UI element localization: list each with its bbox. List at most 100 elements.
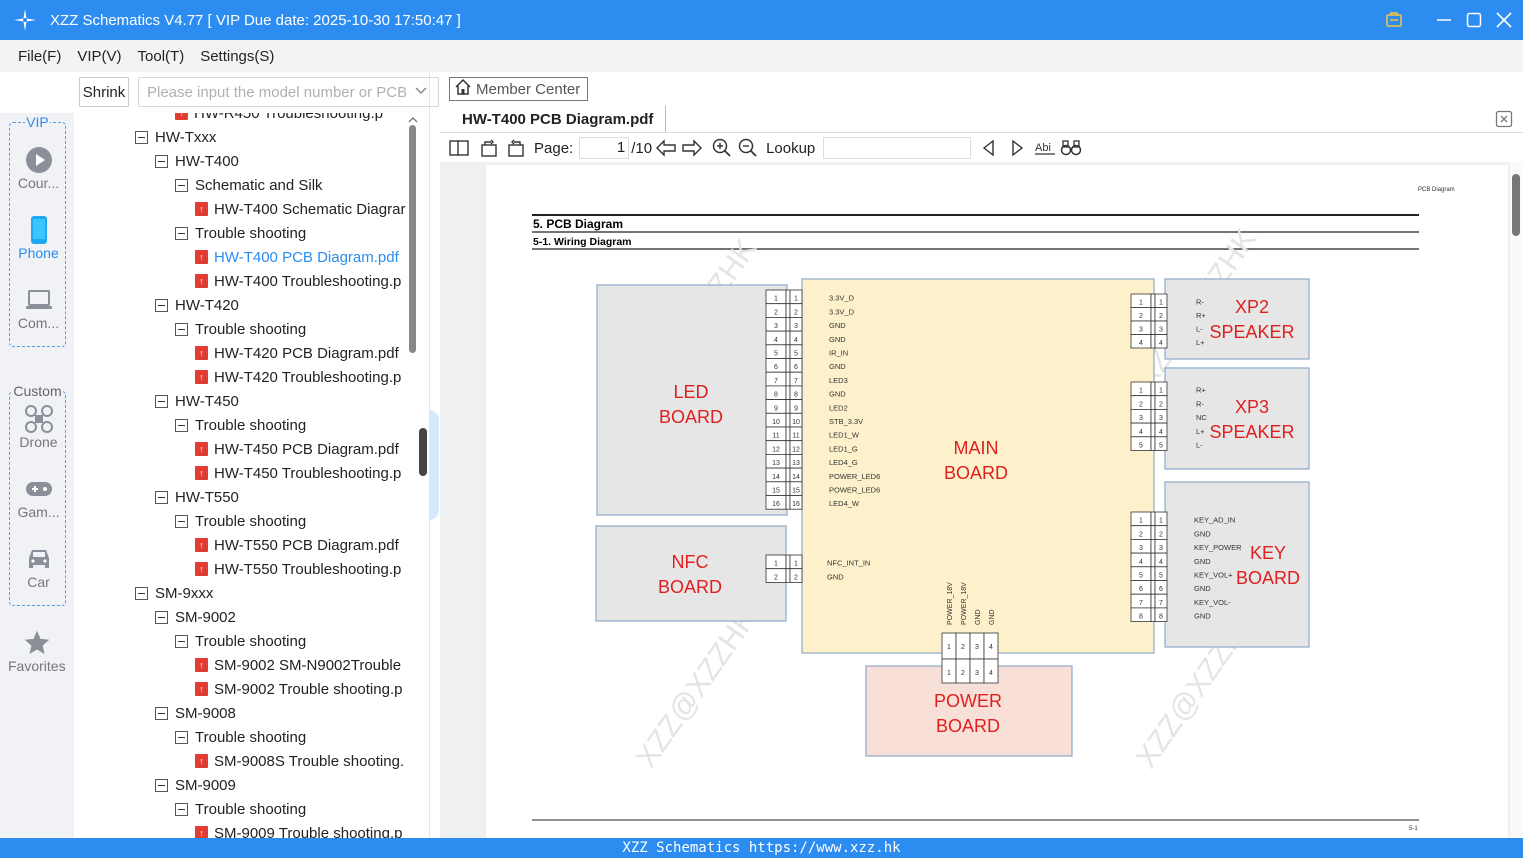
tree-file-item[interactable]: ↑ HW-T420 Troubleshooting.p <box>195 365 401 389</box>
tree-folder-item[interactable]: HW-T450 <box>155 389 239 413</box>
tree-folder-item[interactable]: SM-9002 <box>155 605 236 629</box>
tree-folder-item[interactable]: Trouble shooting <box>175 629 306 653</box>
tree-folder-item[interactable]: SM-9008 <box>155 701 236 725</box>
tree-file-item[interactable]: ↑ HW-T400 PCB Diagram.pdf <box>195 245 399 269</box>
tree-folder-item[interactable]: Trouble shooting <box>175 509 306 533</box>
tree-file-item[interactable]: ↑ HW-T420 PCB Diagram.pdf <box>195 341 399 365</box>
sidebar-toggle-icon[interactable] <box>447 136 471 160</box>
find-all-icon[interactable] <box>1059 136 1083 160</box>
nav-item-favorites[interactable]: Favorites <box>8 628 66 674</box>
tree-file-item[interactable]: ↑ HW-T450 Troubleshooting.p <box>195 461 401 485</box>
nav-item-car[interactable]: Car <box>10 544 67 590</box>
tree-file-item[interactable]: ↑ HW-T400 Troubleshooting.p <box>195 269 401 293</box>
led-board-label: LED <box>673 382 708 402</box>
tree-file-item[interactable]: ↑ SM-9008S Trouble shooting. <box>195 749 404 773</box>
nfc-board-label: BOARD <box>658 577 722 597</box>
key-connector-pin-link <box>1150 607 1156 622</box>
tree-file-item[interactable]: ↑ SM-9009 Trouble shooting.p <box>195 821 402 838</box>
led-connector-pin-number: 16 <box>772 501 780 508</box>
chevron-down-icon[interactable] <box>414 84 428 102</box>
panel-splitter[interactable] <box>419 410 439 520</box>
collapse-icon[interactable] <box>155 778 168 792</box>
next-page-icon[interactable] <box>680 136 704 160</box>
member-center-button[interactable]: Member Center <box>449 77 588 101</box>
collapse-icon[interactable] <box>155 298 168 312</box>
xp3-connector-pin-number: 5 <box>1139 443 1143 450</box>
nav-item-drone[interactable]: Drone <box>10 404 67 450</box>
tree-folder-item[interactable]: Trouble shooting <box>175 413 306 437</box>
tree-scrollbar[interactable] <box>408 113 418 838</box>
collapse-icon[interactable] <box>175 226 188 240</box>
tree-file-item[interactable]: ↑ HW-T550 Troubleshooting.p <box>195 557 401 581</box>
tree-file-item[interactable]: ↑ HW-T400 Schematic Diagrar <box>195 197 405 221</box>
zoom-in-icon[interactable] <box>710 136 734 160</box>
rotate-left-icon[interactable] <box>477 136 501 160</box>
shrink-button[interactable]: Shrink <box>79 77 129 107</box>
collapse-icon[interactable] <box>175 730 188 744</box>
collapse-icon[interactable] <box>155 610 168 624</box>
collapse-icon[interactable] <box>155 154 168 168</box>
tree-file-item[interactable]: ↑ SM-9002 Trouble shooting.p <box>195 677 402 701</box>
nav-item-game[interactable]: Gam... <box>10 474 67 520</box>
maximize-icon[interactable] <box>1465 11 1483 29</box>
collapse-icon[interactable] <box>175 322 188 336</box>
collapse-icon[interactable] <box>135 586 148 600</box>
splitter-grip[interactable] <box>419 428 427 476</box>
tree-file-item[interactable]: ↑ HW-R450 Troubleshooting.p <box>175 113 383 125</box>
collapse-icon[interactable] <box>175 802 188 816</box>
model-search-box[interactable] <box>138 77 439 107</box>
vip-badge-icon[interactable] <box>1385 11 1403 29</box>
tree-folder-item[interactable]: Trouble shooting <box>175 221 306 245</box>
tree-folder-item[interactable]: Schematic and Silk <box>175 173 323 197</box>
tree-folder-item[interactable]: HW-T420 <box>155 293 239 317</box>
tree-file-item[interactable]: ↑ HW-T550 PCB Diagram.pdf <box>195 533 399 557</box>
tree-folder-item[interactable]: Trouble shooting <box>175 317 306 341</box>
find-prev-icon[interactable] <box>977 136 1001 160</box>
collapse-icon[interactable] <box>155 394 168 408</box>
led-connector-pin-link <box>785 426 791 442</box>
tree-folder-item[interactable]: HW-Txxx <box>135 125 216 149</box>
collapse-icon[interactable] <box>155 490 168 504</box>
rotate-right-icon[interactable] <box>504 136 528 160</box>
find-next-icon[interactable] <box>1005 136 1029 160</box>
menu-vip[interactable]: VIP(V) <box>77 48 121 65</box>
tree-folder-item[interactable]: HW-T550 <box>155 485 239 509</box>
tree-file-item[interactable]: ↑ SM-9002 SM-N9002Trouble <box>195 653 401 677</box>
tree-folder-item[interactable]: SM-9009 <box>155 773 236 797</box>
tree-folder-item[interactable]: Trouble shooting <box>175 797 306 821</box>
collapse-icon[interactable] <box>175 178 188 192</box>
prev-page-icon[interactable] <box>654 136 678 160</box>
scroll-up-icon[interactable] <box>408 115 418 125</box>
doc-scroll-thumb[interactable] <box>1512 174 1520 236</box>
collapse-icon[interactable] <box>155 706 168 720</box>
nav-item-computer[interactable]: Com... <box>10 285 67 331</box>
nav-item-courses[interactable]: Cour... <box>10 145 67 191</box>
minimize-icon[interactable] <box>1435 11 1453 29</box>
tree-folder-item[interactable]: HW-T400 <box>155 149 239 173</box>
close-tab-icon[interactable] <box>1495 110 1513 133</box>
page-input[interactable]: 1 <box>579 137 630 159</box>
tree-item-label: HW-T450 <box>175 392 239 410</box>
menu-tool[interactable]: Tool(T) <box>138 48 185 65</box>
collapse-icon[interactable] <box>175 418 188 432</box>
menu-file[interactable]: File(F) <box>18 48 61 65</box>
xp2-connector-pin-number: 1 <box>1159 300 1163 307</box>
tree-folder-item[interactable]: Trouble shooting <box>175 725 306 749</box>
nav-item-phone[interactable]: Phone <box>10 215 67 261</box>
collapse-icon[interactable] <box>175 634 188 648</box>
tree-file-item[interactable]: ↑ HW-T450 PCB Diagram.pdf <box>195 437 399 461</box>
zoom-out-icon[interactable] <box>736 136 760 160</box>
menu-settings[interactable]: Settings(S) <box>200 48 274 65</box>
lookup-input[interactable] <box>823 137 972 159</box>
search-input[interactable] <box>147 83 407 101</box>
tree-scroll-thumb[interactable] <box>409 125 416 353</box>
led-connector-signal-label: LED1_G <box>829 444 858 453</box>
collapse-icon[interactable] <box>135 130 148 144</box>
key-connector-pin-link <box>1150 593 1156 609</box>
match-case-icon[interactable]: Abi <box>1033 136 1057 160</box>
tree-folder-item[interactable]: SM-9xxx <box>135 581 213 605</box>
collapse-icon[interactable] <box>175 514 188 528</box>
close-icon[interactable] <box>1495 11 1513 29</box>
doc-tab[interactable]: HW-T400 PCB Diagram.pdf <box>450 106 667 133</box>
doc-scrollbar[interactable] <box>1510 162 1523 838</box>
